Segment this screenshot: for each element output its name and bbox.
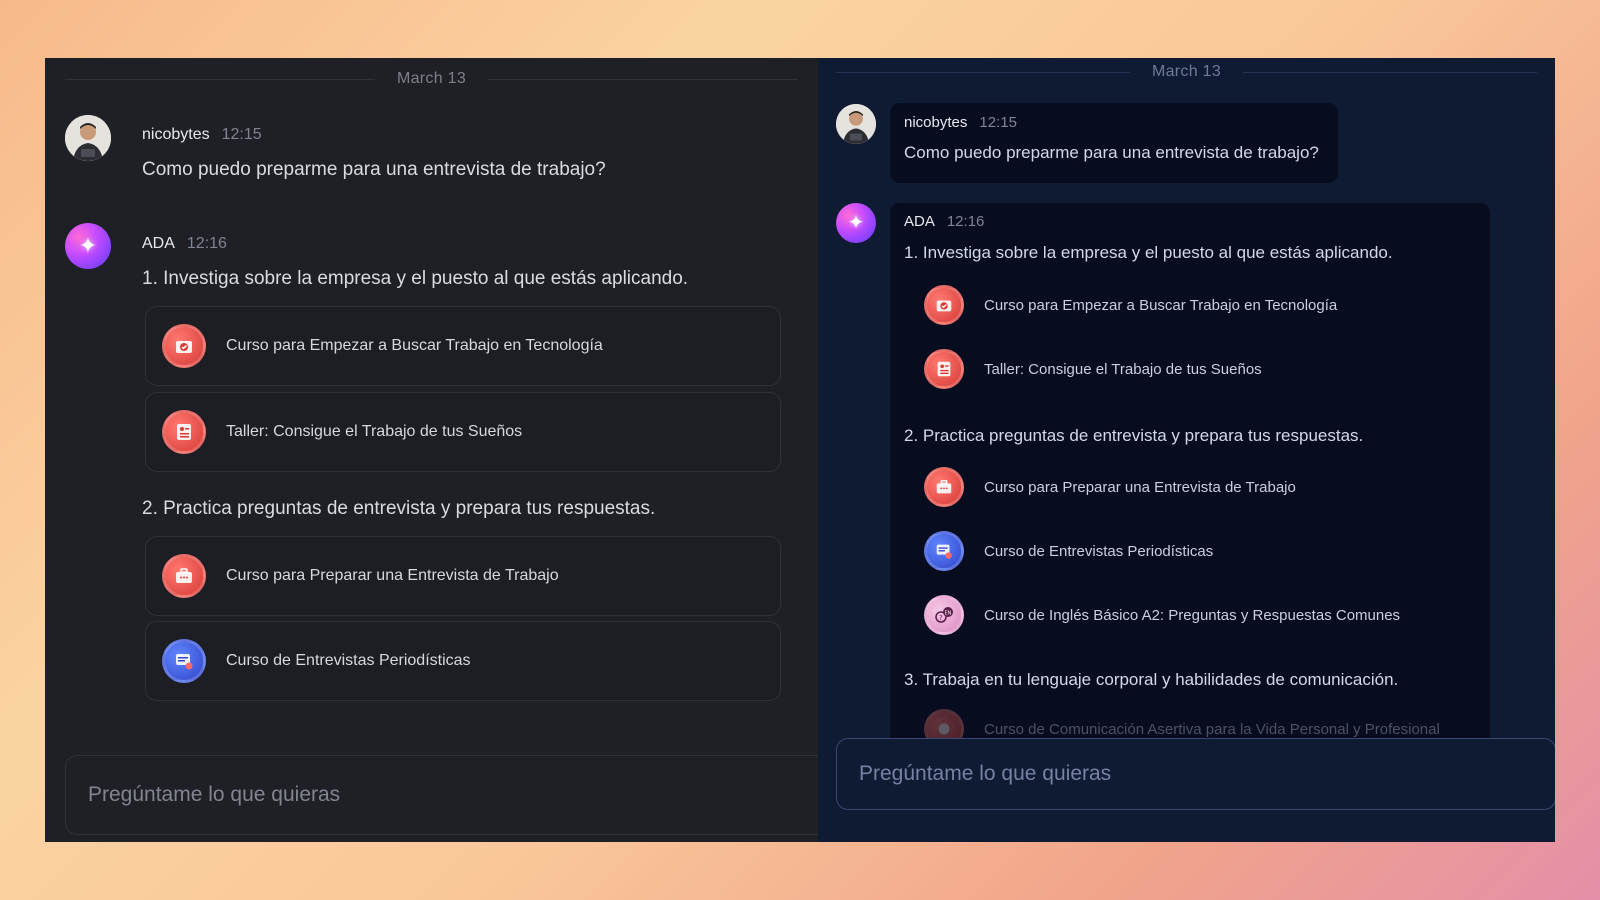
sparkle-icon: ✦ <box>78 233 98 258</box>
course-label: Taller: Consigue el Trabajo de tus Sueño… <box>984 360 1262 378</box>
briefcase-chat-icon <box>924 467 964 507</box>
chat-input[interactable] <box>88 783 818 807</box>
svg-text:?: ? <box>939 614 943 622</box>
user-message-text: Como puedo preparme para una entrevista … <box>142 159 606 180</box>
step-title-2: 2. Practica preguntas de entrevista y pr… <box>142 498 656 519</box>
course-card[interactable]: Curso para Preparar una Entrevista de Tr… <box>145 536 781 616</box>
briefcase-chat-icon <box>162 554 206 598</box>
chat-pane-dark: March 13 nicobytes 12:15 Como puedo prep… <box>45 58 818 842</box>
svg-text:EN: EN <box>945 611 952 617</box>
course-label: Curso para Preparar una Entrevista de Tr… <box>984 478 1296 496</box>
ada-timestamp: 12:16 <box>186 235 227 252</box>
resume-icon <box>162 410 206 454</box>
ada-avatar[interactable]: ✦ <box>65 223 111 269</box>
chat-pane-navy: March 13 nicobytes 12:15 Como puedo prep… <box>818 58 1555 842</box>
course-link[interactable]: Curso para Preparar una Entrevista de Tr… <box>924 467 1296 507</box>
ada-timestamp: 12:16 <box>946 213 985 230</box>
step-title-1: 1. Investiga sobre la empresa y el puest… <box>142 268 689 289</box>
course-link[interactable]: Taller: Consigue el Trabajo de tus Sueño… <box>924 349 1262 389</box>
job-search-icon <box>924 285 964 325</box>
interview-icon <box>162 639 206 683</box>
user-message-bubble: nicobytes 12:15 Como puedo preparme para… <box>890 103 1338 183</box>
course-label: Curso de Inglés Básico A2: Preguntas y R… <box>984 606 1401 624</box>
user-avatar[interactable] <box>836 104 876 144</box>
user-message-text: Como puedo preparme para una entrevista … <box>904 143 1319 162</box>
date-divider: March 13 <box>818 63 1555 81</box>
step-title-1: 1. Investiga sobre la empresa y el puest… <box>904 243 1393 262</box>
user-name[interactable]: nicobytes <box>904 114 967 131</box>
chat-input[interactable] <box>859 762 1555 786</box>
interview-icon <box>924 531 964 571</box>
ada-name: ADA <box>904 213 935 230</box>
chat-comparison-frame: March 13 nicobytes 12:15 Como puedo prep… <box>45 58 1555 842</box>
step-title-3: 3. Trabaja en tu lenguaje corporal y hab… <box>904 670 1399 689</box>
step-title-2: 2. Practica preguntas de entrevista y pr… <box>904 426 1364 445</box>
course-label: Curso para Empezar a Buscar Trabajo en T… <box>984 296 1338 314</box>
course-label: Curso de Entrevistas Periodísticas <box>984 542 1214 560</box>
course-card[interactable]: Curso para Empezar a Buscar Trabajo en T… <box>145 306 781 386</box>
user-timestamp: 12:15 <box>221 126 262 143</box>
user-message-header: nicobytes 12:15 <box>142 126 262 144</box>
ada-message-bubble: ADA 12:16 1. Investiga sobre la empresa … <box>890 203 1490 763</box>
chat-input-box[interactable] <box>836 738 1555 810</box>
ada-name: ADA <box>142 235 175 252</box>
course-card[interactable]: Taller: Consigue el Trabajo de tus Sueño… <box>145 392 781 472</box>
course-link[interactable]: Curso para Empezar a Buscar Trabajo en T… <box>924 285 1337 325</box>
resume-icon <box>924 349 964 389</box>
user-timestamp: 12:15 <box>979 114 1017 131</box>
ada-message-header: ADA 12:16 <box>142 235 227 253</box>
course-label: Curso para Preparar una Entrevista de Tr… <box>226 567 559 584</box>
course-card[interactable]: Curso de Entrevistas Periodísticas <box>145 621 781 701</box>
user-message-header: nicobytes 12:15 <box>904 114 1017 131</box>
course-label: Curso de Comunicación Asertiva para la V… <box>984 720 1440 738</box>
course-link[interactable]: ? EN Curso de Inglés Básico A2: Preguntas… <box>924 595 1400 635</box>
date-label: March 13 <box>396 70 467 87</box>
course-label: Curso para Empezar a Buscar Trabajo en T… <box>226 337 603 354</box>
date-divider: March 13 <box>45 70 818 88</box>
chat-input-box[interactable] <box>65 755 818 835</box>
sparkle-icon: ✦ <box>847 212 865 234</box>
user-name[interactable]: nicobytes <box>142 126 210 144</box>
ada-avatar[interactable]: ✦ <box>836 203 876 243</box>
job-search-icon <box>162 324 206 368</box>
ada-message-header: ADA 12:16 <box>904 213 984 230</box>
course-link[interactable]: Curso de Entrevistas Periodísticas <box>924 531 1213 571</box>
user-avatar[interactable] <box>65 115 111 161</box>
date-label: March 13 <box>1151 63 1222 80</box>
course-label: Taller: Consigue el Trabajo de tus Sueño… <box>226 423 523 440</box>
course-label: Curso de Entrevistas Periodísticas <box>226 652 471 669</box>
english-qa-icon: ? EN <box>924 595 964 635</box>
